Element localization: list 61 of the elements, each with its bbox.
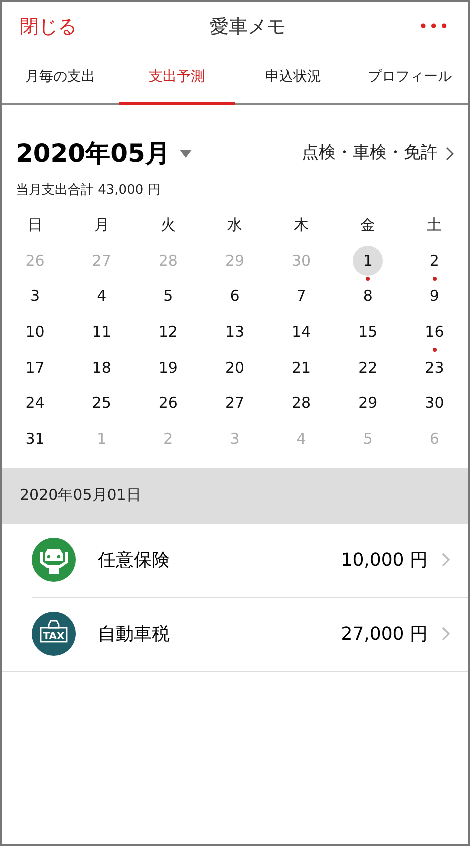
tax-car-icon: TAX [32, 612, 76, 656]
calendar-day[interactable]: 13 [220, 317, 250, 348]
month-picker[interactable]: 2020年05月 [16, 135, 192, 172]
dropdown-caret-icon [180, 150, 192, 158]
calendar-day[interactable]: 19 [153, 352, 184, 383]
expense-name: 任意保険 [98, 548, 171, 573]
car-in-hands-icon [32, 538, 76, 582]
tab[interactable]: プロフィール [352, 52, 468, 105]
calendar-day[interactable]: 2 [420, 246, 450, 276]
tab[interactable]: 支出予測 [118, 52, 235, 105]
expense-amount: 10,000 円 [341, 548, 428, 573]
expense-row[interactable]: 任意保険 10,000 円 [32, 524, 468, 598]
inspection-link[interactable]: 点検・車検・免許 [302, 141, 454, 166]
calendar-day[interactable]: 17 [20, 352, 50, 383]
chevron-right-icon [446, 146, 454, 161]
calendar-day[interactable]: 7 [286, 282, 317, 312]
calendar-day[interactable]: 22 [353, 352, 384, 383]
weekday-label: 水 [226, 215, 244, 236]
expense-row[interactable]: TAX 自動車税 27,000 円 [2, 598, 468, 672]
calendar-day[interactable]: 23 [420, 352, 450, 383]
weekday-label: 月 [93, 215, 110, 236]
calendar-day[interactable]: 31 [20, 424, 50, 454]
tab[interactable]: 月毎の支出 [2, 52, 118, 105]
weekday-label: 土 [426, 215, 444, 236]
weekday-label: 火 [160, 215, 177, 236]
tab[interactable]: 申込状況 [235, 52, 352, 105]
calendar-day[interactable]: 4 [86, 282, 117, 312]
calendar-day[interactable]: 29 [353, 388, 384, 418]
calendar-day[interactable]: 15 [353, 317, 384, 348]
close-button[interactable]: 閉じる [20, 12, 77, 42]
calendar-day[interactable]: 30 [420, 388, 450, 418]
calendar-day[interactable]: 5 [153, 282, 184, 312]
weekday-label: 金 [360, 215, 377, 236]
chevron-right-icon [442, 627, 450, 642]
chevron-right-icon [442, 553, 450, 568]
calendar-day[interactable]: 10 [20, 317, 50, 348]
calendar-day[interactable]: 11 [86, 317, 117, 348]
monthly-total: 当月支出合計 43,000 円 [15, 182, 162, 200]
weekday-label: 日 [26, 215, 44, 236]
calendar-day[interactable]: 26 [153, 388, 184, 418]
calendar-day[interactable]: 3 [20, 282, 50, 312]
calendar-day[interactable]: 8 [353, 282, 384, 312]
calendar-day[interactable]: 18 [86, 352, 117, 383]
date-header: 2020年05月01日 [2, 468, 468, 524]
calendar-day[interactable]: 6 [220, 282, 250, 312]
page-title: 愛車メモ [210, 14, 286, 40]
calendar-day[interactable]: 14 [286, 317, 317, 348]
calendar-day[interactable]: 20 [220, 352, 250, 383]
weekday-label: 木 [293, 215, 310, 236]
calendar-day[interactable]: 21 [286, 352, 317, 383]
more-button[interactable]: ••• [418, 15, 450, 39]
calendar-day[interactable]: 28 [286, 388, 317, 418]
calendar-day[interactable]: 27 [220, 388, 250, 418]
calendar-day[interactable]: 25 [86, 388, 117, 418]
calendar-day[interactable]: 16 [420, 317, 450, 348]
expense-name: 自動車税 [98, 622, 171, 647]
calendar-day[interactable]: 24 [20, 388, 50, 418]
expense-amount: 27,000 円 [341, 622, 428, 647]
calendar-day[interactable]: 12 [153, 317, 184, 348]
calendar-day[interactable]: 1 [353, 246, 384, 276]
calendar-day[interactable]: 9 [420, 282, 450, 312]
